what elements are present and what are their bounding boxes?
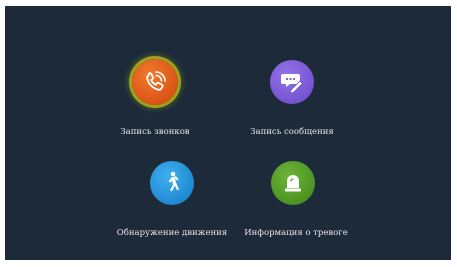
menu-screen: Запись звонков Запись сообщения Обнаруже… [5,6,451,260]
call-records-button[interactable]: Запись звонков [80,59,230,160]
message-record-label: Запись сообщения [250,127,334,137]
phone-icon [132,59,178,105]
message-record-button[interactable]: Запись сообщения [217,60,367,160]
alarm-light-icon [271,161,315,205]
message-pencil-icon [270,60,314,104]
alarm-info-label: Информация о тревоге [244,228,348,238]
call-records-label: Запись звонков [120,127,190,137]
walking-person-icon [150,161,194,205]
alarm-info-button[interactable]: Информация о тревоге [229,161,379,261]
